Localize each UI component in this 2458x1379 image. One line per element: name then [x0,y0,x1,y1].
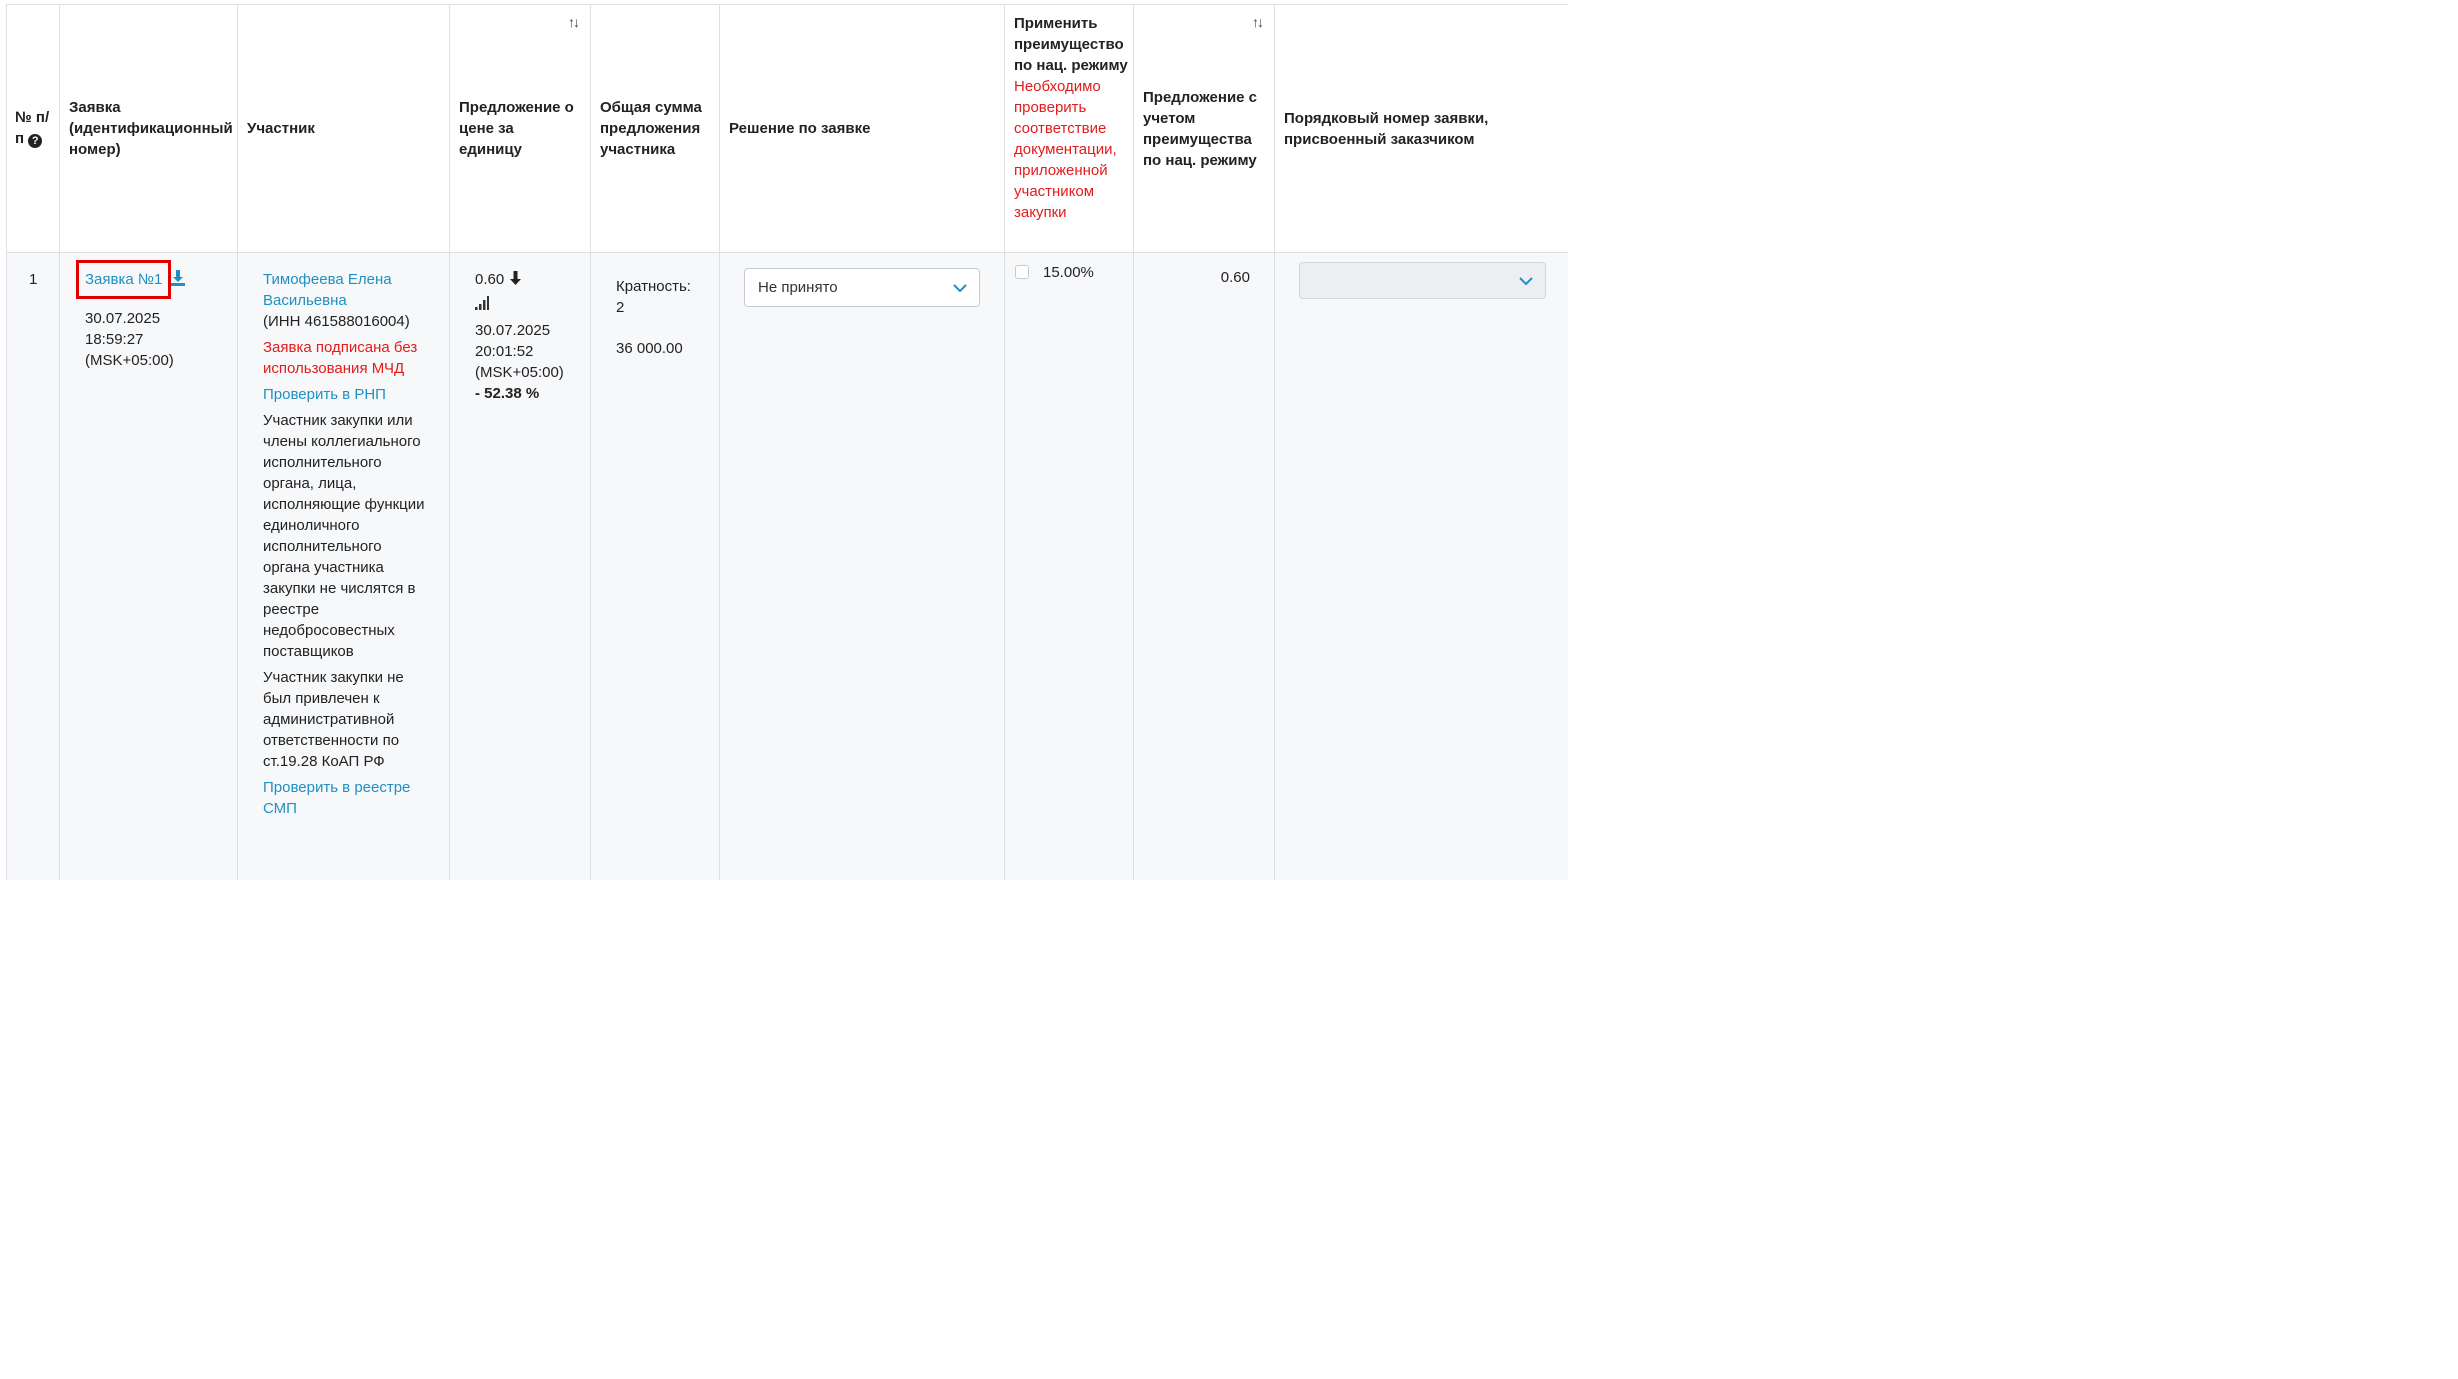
table-row-background [6,253,1568,880]
header-divider [6,252,1568,253]
col-divider [590,4,591,880]
advantage-checkbox[interactable] [1015,265,1029,279]
header-unit-price: Предложение о цене за единицу [459,99,574,158]
decision-select[interactable]: Не принято [744,268,980,307]
header-participant: Участник [247,120,315,137]
total-sum: 36 000.00 [616,340,683,357]
col-divider [1004,4,1005,880]
header-advantage-title: Применить преимущество по нац. режиму [1014,15,1128,74]
advantage-percent: 15.00% [1043,264,1094,281]
application-date: 30.07.2025 [85,310,161,327]
arrow-down-icon [510,271,522,285]
col-divider [6,4,7,880]
signal-bars-icon [475,290,585,312]
question-icon[interactable]: ? [28,134,43,148]
price-date: 30.07.2025 [475,322,551,339]
signed-warning: Заявка подписана без использования МЧД [263,339,418,377]
participant-inn: (ИНН 461588016004) [263,313,410,330]
row-num: 1 [29,271,38,288]
table-top-border [6,4,1568,5]
col-divider [449,4,450,880]
col-divider [237,4,238,880]
rnp-status-text: Участник закупки или члены коллегиальног… [263,412,425,660]
decision-select-value: Не принято [758,279,838,296]
order-number-select[interactable] [1299,262,1546,299]
price-info: 0.60 30.07.2025 20:01:52 (MSK+05:00) - 5… [475,269,585,404]
participant-name-link[interactable]: Тимофеева Елена Васильевна [263,269,429,311]
check-smp-link[interactable]: Проверить в реестре СМП [263,777,429,819]
download-icon[interactable] [171,270,185,292]
multiplicity-label: Кратность: [616,278,691,295]
total-info: Кратность: 2 36 000.00 [616,276,716,359]
col-divider [719,4,720,880]
check-rnp-link[interactable]: Проверить в РНП [263,384,429,405]
koap-status-text: Участник закупки не был привлечен к адми… [263,669,404,770]
col-divider [59,4,60,880]
chevron-down-icon [953,283,967,292]
application-time: 18:59:27 [85,331,144,348]
price-time: 20:01:52 [475,343,534,360]
col-divider [1274,4,1275,880]
with-advantage-value: 0.60 [1220,269,1250,286]
participant-info: Тимофеева Елена Васильевна (ИНН 46158801… [263,269,429,819]
header-application: Заявка (идентификационный номер) [69,99,233,158]
price-percent: - 52.38 % [475,385,540,402]
header-advantage-warning: Необходимо проверить соответствие докуме… [1014,78,1117,221]
sort-icon[interactable]: ↑↓ [1252,12,1264,33]
application-datetime: 30.07.2025 18:59:27 (MSK+05:00) [85,308,205,371]
price-line: 0.60 [475,269,585,290]
col-divider [1133,4,1134,880]
header-order-number: Порядковый номер заявки, присвоенный зак… [1284,110,1489,148]
header-advantage: Применить преимущество по нац. режиму Не… [1014,13,1130,223]
application-link[interactable]: Заявка №1 [85,269,162,290]
application-timezone: (MSK+05:00) [85,352,174,369]
chevron-down-icon [1519,276,1533,285]
header-num: № п/п ? [15,107,57,149]
multiplicity-value: 2 [616,299,625,316]
sort-icon[interactable]: ↑↓ [568,12,580,33]
header-decision: Решение по заявке [729,120,871,137]
price-timezone: (MSK+05:00) [475,364,564,381]
header-total: Общая сумма предложения участника [600,99,702,158]
price-value: 0.60 [475,271,505,288]
header-with-advantage: Предложение с учетом преимущества по нац… [1143,89,1258,169]
applications-table: № п/п ? Заявка (идентификационный номер)… [0,0,1568,880]
